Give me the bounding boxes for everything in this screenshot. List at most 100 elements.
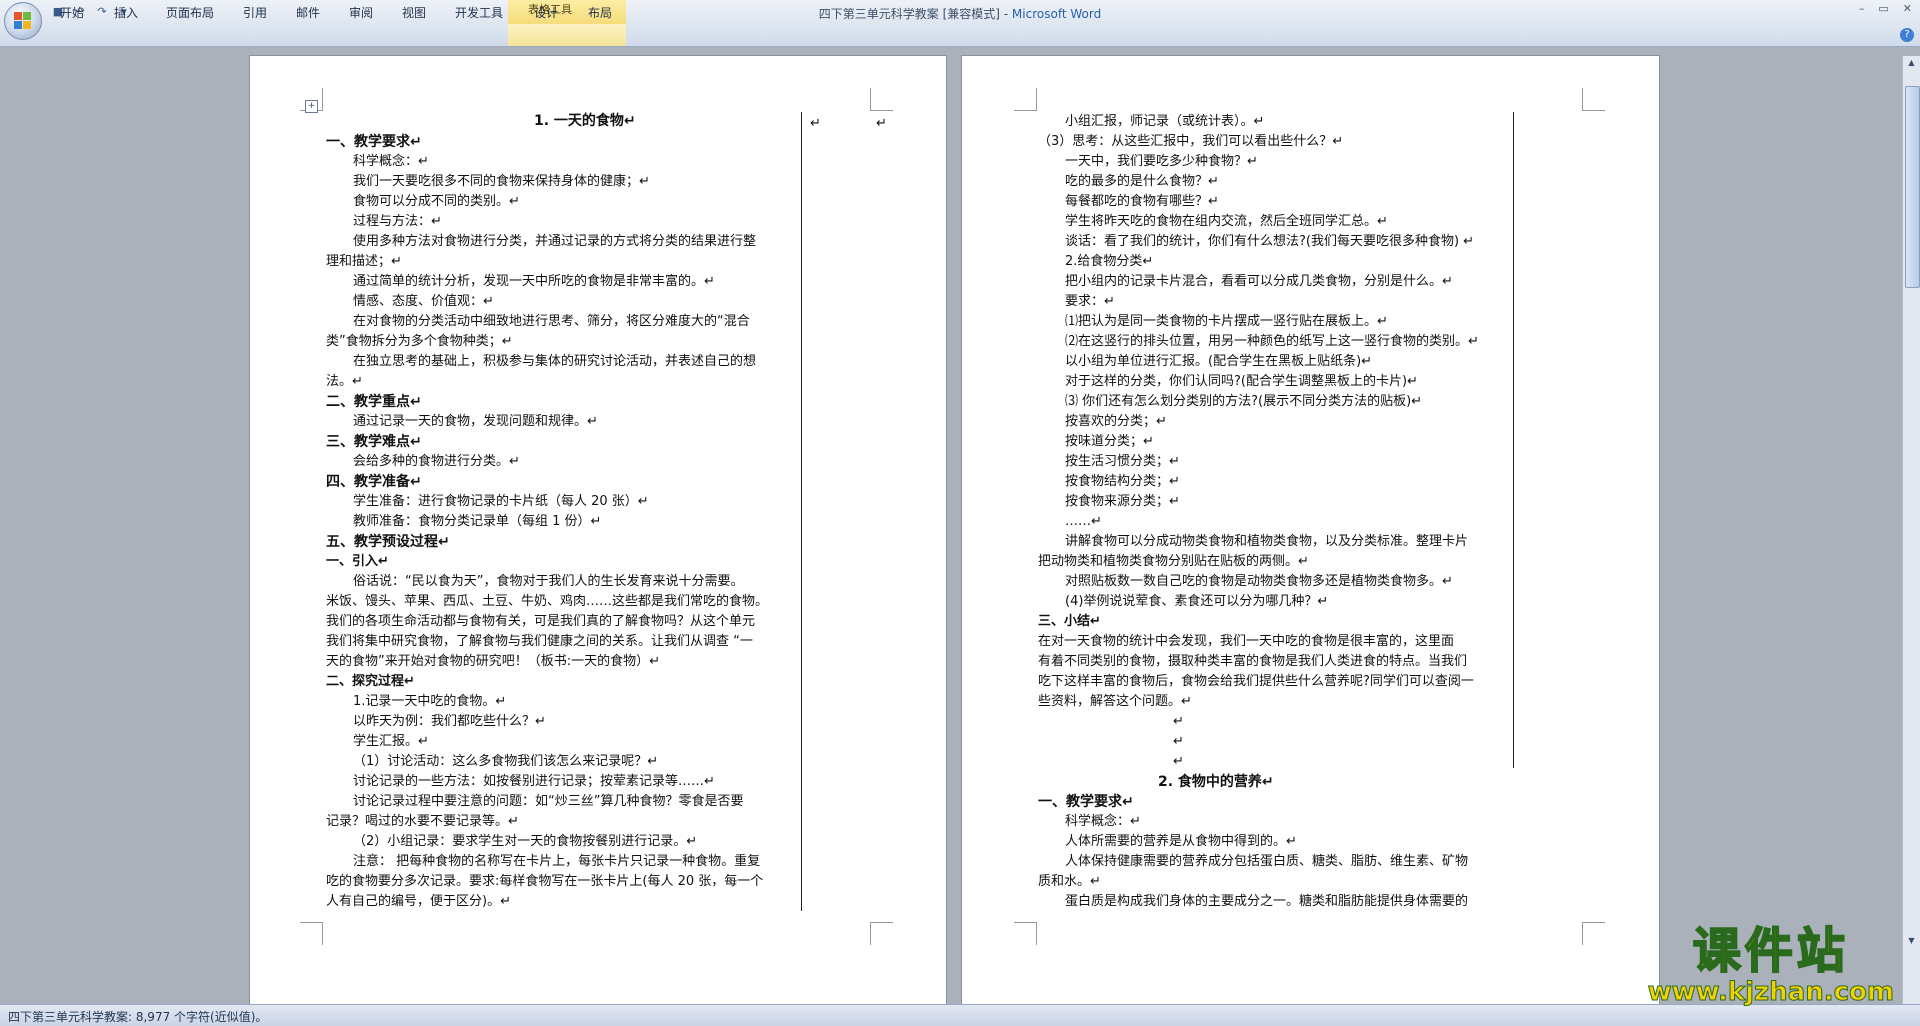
text-line: 理和描述；↵ xyxy=(326,254,402,269)
text-line: 按喜欢的分类；↵ xyxy=(1065,414,1167,429)
tab-mailings[interactable]: 邮件 xyxy=(296,4,320,21)
text-line: 对于这样的分类，你们认同吗?(配合学生调整黑板上的卡片)↵ xyxy=(1065,374,1418,389)
watermark-text: 课件站 xyxy=(1692,923,1849,979)
crop-mark xyxy=(1582,88,1605,111)
tab-page-layout[interactable]: 页面布局 xyxy=(166,4,214,21)
text-line: 使用多种方法对食物进行分类，并通过记录的方式将分类的结果进行整 xyxy=(353,234,757,249)
document-page-2[interactable]: 小组汇报，师记录（或统计表）。↵ （3）思考：从这些汇报中，我们可以看出些什么？↵… xyxy=(962,56,1659,1004)
text-line: 通过记录一天的食物，发现问题和规律。↵ xyxy=(353,414,598,429)
text-line: 讲解食物可以分成动物类食物和植物类食物，以及分类标准。整理卡片 xyxy=(1065,534,1469,549)
scroll-down-icon[interactable]: ▼ xyxy=(1905,936,1918,948)
table-border xyxy=(801,112,802,911)
tab-developer[interactable]: 开发工具 xyxy=(455,4,503,21)
tab-view[interactable]: 视图 xyxy=(402,4,426,21)
watermark-url: www.kjzhan.com xyxy=(1647,977,1894,1008)
close-button[interactable]: ✕ xyxy=(1903,2,1912,15)
minimize-button[interactable]: – xyxy=(1859,2,1865,15)
window-controls: – ▭ ✕ xyxy=(1859,2,1912,15)
document-name: 四下第三单元科学教案 [兼容模式] - xyxy=(818,7,1012,21)
text-line: 谈话：看了我们的统计，你们有什么想法?(我们每天要吃很多种食物) ↵ xyxy=(1065,234,1475,249)
text-line: ⑴把认为是同一类食物的卡片摆成一竖行贴在展板上。↵ xyxy=(1065,314,1388,329)
text-line: 情感、态度、价值观：↵ xyxy=(353,294,494,309)
text-line: （2）小组记录：要求学生对一天的食物按餐别进行记录。↵ xyxy=(353,834,698,849)
text-line: 一天中，我们要吃多少种食物？↵ xyxy=(1065,154,1258,169)
page-title: 1. 一天的食物↵ xyxy=(534,113,636,129)
help-icon[interactable]: ? xyxy=(1900,28,1914,42)
section-heading: 五、教学预设过程↵ xyxy=(326,534,450,550)
text-line: 科学概念：↵ xyxy=(1065,814,1141,829)
text-line: 吃的最多的是什么食物？↵ xyxy=(1065,174,1219,189)
title-bar: 表格工具 四下第三单元科学教案 [兼容模式] - Microsoft Word … xyxy=(0,0,1920,24)
text-line: 学生将昨天吃的食物在组内交流，然后全班同学汇总。↵ xyxy=(1065,214,1388,229)
cell-mark: ↵ xyxy=(876,116,887,131)
tab-references[interactable]: 引用 xyxy=(243,4,267,21)
tab-design[interactable]: 设计 xyxy=(534,4,558,21)
cell-mark: ↵ xyxy=(810,116,821,131)
word-count-status[interactable]: 四下第三单元科学教案: 8,977 个字符(近似值)。 xyxy=(8,1008,267,1025)
crop-mark xyxy=(1014,88,1037,111)
redo-icon[interactable]: ↷ xyxy=(94,4,110,20)
text-line: 米饭、馒头、苹果、西瓜、土豆、牛奶、鸡肉……这些都是我们常吃的食物。 xyxy=(326,594,769,609)
text-line: 通过简单的统计分析，发现一天中所吃的食物是非常丰富的。↵ xyxy=(353,274,715,289)
crop-mark xyxy=(300,922,323,945)
scroll-thumb[interactable] xyxy=(1905,86,1920,288)
text-line: 质和水。↵ xyxy=(1038,874,1101,889)
text-line: 科学概念：↵ xyxy=(353,154,429,169)
text-line: 要求：↵ xyxy=(1065,294,1115,309)
text-line: 以昨天为例：我们都吃些什么？↵ xyxy=(353,714,546,729)
crop-mark xyxy=(1582,922,1605,945)
window-title: 四下第三单元科学教案 [兼容模式] - Microsoft Word xyxy=(0,5,1920,22)
section-heading: 一、教学要求↵ xyxy=(326,134,422,150)
section-heading: 一、引入↵ xyxy=(326,554,389,569)
text-line: 教师准备：食物分类记录单（每组 1 份）↵ xyxy=(353,514,602,529)
text-line: 按生活习惯分类；↵ xyxy=(1065,454,1180,469)
text-line: 小组汇报，师记录（或统计表）。↵ xyxy=(1065,114,1265,129)
text-line: 人有自己的编号，便于区分)。↵ xyxy=(326,894,511,909)
text-line: 学生准备：进行食物记录的卡片纸（每人 20 张）↵ xyxy=(353,494,649,509)
vertical-scrollbar[interactable]: ▲ ▼ xyxy=(1902,56,1920,1004)
table-move-handle-icon[interactable]: + xyxy=(305,100,318,113)
text-line: 法。↵ xyxy=(326,374,363,389)
text-line: 俗话说：“民以食为天”，食物对于我们人的生长发育来说十分需要。 xyxy=(353,574,744,589)
tab-insert[interactable]: 插入 xyxy=(114,4,138,21)
text-line: 在对一天食物的统计中会发现，我们一天中吃的食物是很丰富的，这里面 xyxy=(1038,634,1455,649)
text-line: 我们的各项生命活动都与食物有关，可是我们真的了解食物吗？从这个单元 xyxy=(326,614,756,629)
office-button[interactable] xyxy=(4,2,42,40)
maximize-button[interactable]: ▭ xyxy=(1878,2,1888,15)
text-line: 会给多种的食物进行分类。↵ xyxy=(353,454,520,469)
ribbon-tab-bar xyxy=(0,24,1920,47)
text-line: 些资料，解答这个问题。↵ xyxy=(1038,694,1192,709)
tab-review[interactable]: 审阅 xyxy=(349,4,373,21)
text-line: 人体所需要的营养是从食物中得到的。↵ xyxy=(1065,834,1297,849)
text-line: （1）讨论活动：这么多食物我们该怎么来记录呢？↵ xyxy=(353,754,659,769)
text-line: 吃的食物要分多次记录。要求:每样食物写在一张卡片上(每人 20 张，每一个 xyxy=(326,874,764,889)
text-line: 以小组为单位进行汇报。(配合学生在黑板上贴纸条)↵ xyxy=(1065,354,1373,369)
text-line: ……↵ xyxy=(1065,514,1102,529)
text-line: 天的食物”来开始对食物的研究吧！（板书:一天的食物）↵ xyxy=(326,654,661,669)
office-logo-icon xyxy=(14,12,32,30)
tab-layout[interactable]: 布局 xyxy=(588,4,612,21)
table-border xyxy=(1513,112,1514,768)
scroll-up-icon[interactable]: ▲ xyxy=(1905,58,1918,70)
document-page-1[interactable]: + 1. 一天的食物↵ ↵ ↵ 一、教学要求↵ 科学概念：↵ 我们一天要吃很多不同的… xyxy=(250,56,946,1004)
text-line: ⑵在这竖行的排头位置，用另一种颜色的纸写上这一竖行食物的类别。↵ xyxy=(1065,334,1479,349)
text-line: 食物可以分成不同的类别。↵ xyxy=(353,194,520,209)
text-line: 在对食物的分类活动中细致地进行思考、筛分，将区分难度大的“混合 xyxy=(353,314,750,329)
text-line: 人体保持健康需要的营养成分包括蛋白质、糖类、脂肪、维生素、矿物 xyxy=(1065,854,1469,869)
text-line: 1.记录一天中吃的食物。↵ xyxy=(353,694,507,709)
section-heading: 三、教学难点↵ xyxy=(326,434,422,450)
text-line: 讨论记录过程中要注意的问题：如“炒三丝”算几种食物？零食是否要 xyxy=(353,794,744,809)
text-line: 按食物结构分类；↵ xyxy=(1065,474,1180,489)
section-heading: 四、教学准备↵ xyxy=(326,474,422,490)
text-line: 把动物类和植物类食物分别贴在贴板的两侧。↵ xyxy=(1038,554,1309,569)
app-name: Microsoft Word xyxy=(1011,7,1102,21)
table-tools-context-band xyxy=(508,24,626,46)
section-heading: 一、教学要求↵ xyxy=(1038,794,1134,810)
text-line: ↵ xyxy=(1173,754,1184,769)
text-line: 我们一天要吃很多不同的食物来保持身体的健康；↵ xyxy=(353,174,650,189)
text-line: ↵ xyxy=(1173,734,1184,749)
tab-home[interactable]: 开始 xyxy=(60,4,84,21)
text-line: 对照贴板数一数自己吃的食物是动物类食物多还是植物类食物多。↵ xyxy=(1065,574,1453,589)
text-line: 2.给食物分类↵ xyxy=(1065,254,1154,269)
text-line: 类”食物拆分为多个食物种类；↵ xyxy=(326,334,513,349)
